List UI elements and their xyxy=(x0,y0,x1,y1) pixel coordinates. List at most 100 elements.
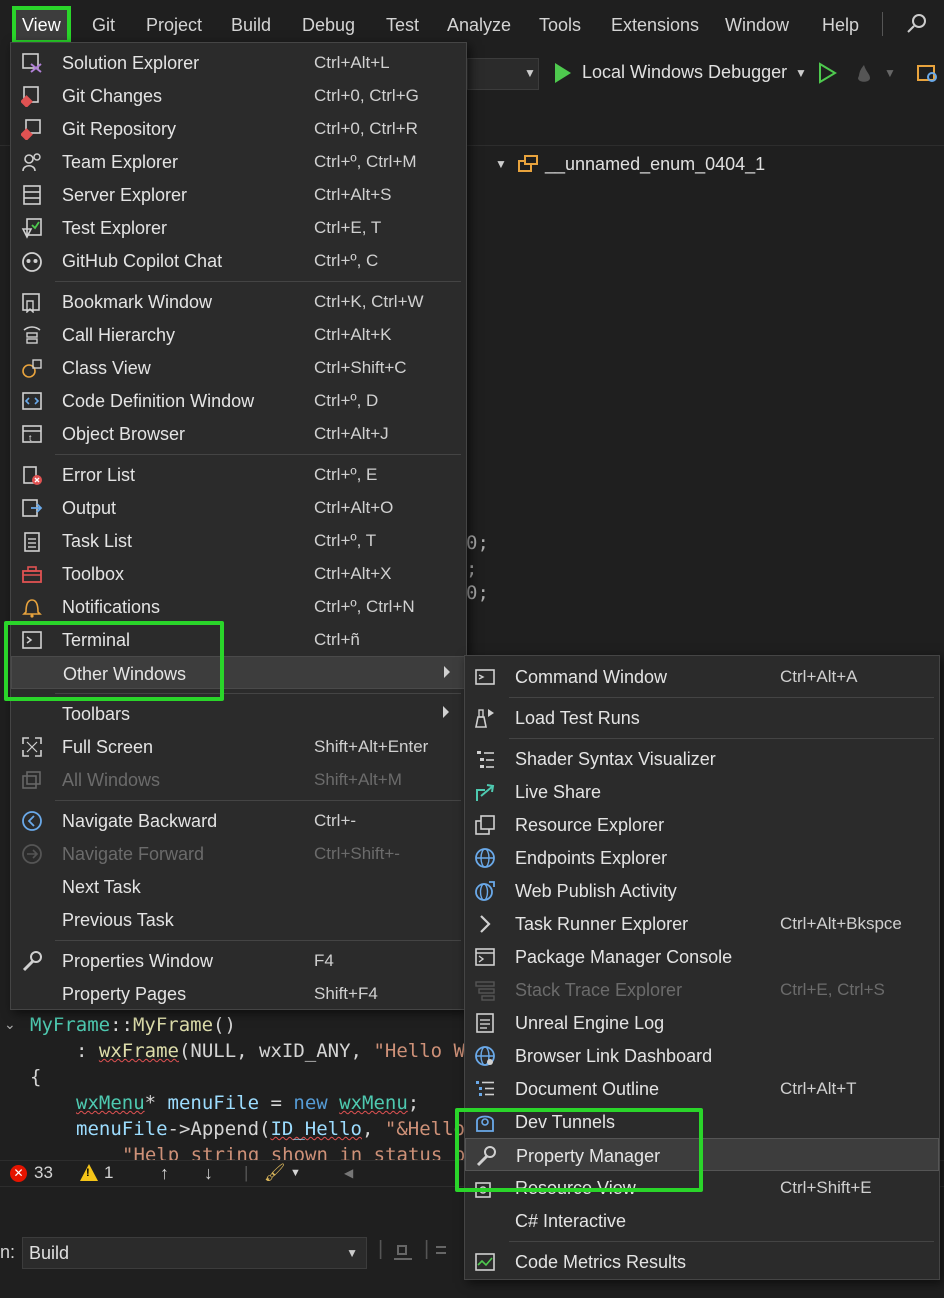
menu-project[interactable]: Project xyxy=(138,8,210,42)
code-line: menuFile->Append(ID_Hello, "&Hello xyxy=(76,1118,465,1140)
platform-combo[interactable]: ▼ xyxy=(467,58,539,90)
menu-test[interactable]: Test xyxy=(378,8,427,42)
view-menu-item-object-browser[interactable]: t Object Browser Ctrl+Alt+J xyxy=(11,417,466,450)
collapse-chevron-icon[interactable]: ⌄ xyxy=(4,1016,16,1033)
menubar-separator xyxy=(882,12,883,36)
view-menu-item-call-hierarchy[interactable]: Call Hierarchy Ctrl+Alt+K xyxy=(11,318,466,351)
view-menu-item-code-definition-window[interactable]: Code Definition Window Ctrl+º, D xyxy=(11,384,466,417)
other-windows-item-web-publish-activity[interactable]: Web Publish Activity xyxy=(465,874,939,907)
view-menu-item-output[interactable]: Output Ctrl+Alt+O xyxy=(11,491,466,524)
chevron-down-icon: ▼ xyxy=(346,1246,358,1260)
view-menu-item-team-explorer[interactable]: Team Explorer Ctrl+º, Ctrl+M xyxy=(11,145,466,178)
menu-item-label: Web Publish Activity xyxy=(515,881,677,901)
other-windows-item-shader-syntax-visualizer[interactable]: Shader Syntax Visualizer xyxy=(465,742,939,775)
other-windows-item-endpoints-explorer[interactable]: Endpoints Explorer xyxy=(465,841,939,874)
view-menu-item-test-explorer[interactable]: Test Explorer Ctrl+E, T xyxy=(11,211,466,244)
view-menu-item-other-windows[interactable]: Other Windows xyxy=(11,656,466,689)
current-symbol[interactable]: __unnamed_enum_0404_1 xyxy=(545,154,765,175)
cleanup-brush-icon[interactable]: 🖌 xyxy=(264,1163,286,1183)
view-menu-item-git-repository[interactable]: Git Repository Ctrl+0, Ctrl+R xyxy=(11,112,466,145)
other-windows-item-browser-link-dashboard[interactable]: Browser Link Dashboard xyxy=(465,1039,939,1072)
other-windows-item-resource-explorer[interactable]: Resource Explorer xyxy=(465,808,939,841)
view-menu-item-full-screen[interactable]: Full Screen Shift+Alt+Enter xyxy=(11,730,466,763)
team-explorer-icon xyxy=(22,153,41,172)
view-menu-item-navigate-forward[interactable]: Navigate Forward Ctrl+Shift+- xyxy=(11,837,466,870)
menu-item-label: Dev Tunnels xyxy=(515,1112,616,1132)
menu-debug[interactable]: Debug xyxy=(294,8,363,42)
output-source-label: n: xyxy=(0,1242,16,1262)
menu-window[interactable]: Window xyxy=(717,8,797,42)
search-icon[interactable] xyxy=(906,12,930,36)
menu-tools[interactable]: Tools xyxy=(531,8,589,42)
view-menu-item-properties-window[interactable]: Properties Window F4 xyxy=(11,944,466,977)
view-menu-item-solution-explorer[interactable]: Solution Explorer Ctrl+Alt+L xyxy=(11,46,466,79)
view-menu-item-server-explorer[interactable]: Server Explorer Ctrl+Alt+S xyxy=(11,178,466,211)
view-menu-item-github-copilot-chat[interactable]: GitHub Copilot Chat Ctrl+º, C xyxy=(11,244,466,277)
hot-reload-dropdown-icon[interactable]: ▼ xyxy=(884,66,896,80)
menu-item-label: GitHub Copilot Chat xyxy=(62,251,223,271)
other-windows-item-task-runner-explorer[interactable]: Task Runner Explorer Ctrl+Alt+Bkspce xyxy=(465,907,939,940)
find-message-icon[interactable] xyxy=(390,1240,416,1264)
other-windows-item-stack-trace-explorer[interactable]: Stack Trace Explorer Ctrl+E, Ctrl+S xyxy=(465,973,939,1006)
view-menu-item-toolbars[interactable]: Toolbars xyxy=(11,697,466,730)
view-menu-item-error-list[interactable]: Error List Ctrl+º, E xyxy=(11,458,466,491)
other-windows-item-unreal-engine-log[interactable]: Unreal Engine Log xyxy=(465,1006,939,1039)
endpoints-icon xyxy=(475,848,495,868)
view-menu-item-git-changes[interactable]: Git Changes Ctrl+0, Ctrl+G xyxy=(11,79,466,112)
git-repository-icon xyxy=(21,119,41,140)
debugger-target-label[interactable]: Local Windows Debugger xyxy=(582,62,787,83)
other-windows-item-live-share[interactable]: Live Share xyxy=(465,775,939,808)
clear-all-icon[interactable] xyxy=(436,1240,446,1264)
other-windows-item-dev-tunnels[interactable]: Dev Tunnels xyxy=(465,1105,939,1138)
package-console-icon xyxy=(475,948,495,966)
view-menu-item-next-task[interactable]: Next Task xyxy=(11,870,466,903)
menu-item-shortcut: Ctrl+Shift+C xyxy=(314,358,407,377)
menu-item-shortcut: Shift+Alt+M xyxy=(314,770,402,789)
debugger-dropdown-icon[interactable]: ▼ xyxy=(795,66,807,80)
view-menu-item-bookmark-window[interactable]: Bookmark Window Ctrl+K, Ctrl+W xyxy=(11,285,466,318)
menu-item-label: Resource View xyxy=(515,1178,636,1198)
find-in-files-icon[interactable] xyxy=(916,62,940,86)
menu-extensions[interactable]: Extensions xyxy=(603,8,707,42)
other-windows-item-property-manager[interactable]: Property Manager xyxy=(465,1138,939,1171)
menu-analyze[interactable]: Analyze xyxy=(439,8,519,42)
previous-issue-icon[interactable]: ↑ xyxy=(160,1163,169,1184)
view-menu-item-notifications[interactable]: Notifications Ctrl+º, Ctrl+N xyxy=(11,590,466,623)
other-windows-item-package-manager-console[interactable]: Package Manager Console xyxy=(465,940,939,973)
view-menu-item-navigate-backward[interactable]: Navigate Backward Ctrl+- xyxy=(11,804,466,837)
output-source-combo[interactable]: Build ▼ xyxy=(22,1237,367,1269)
start-debugging-icon[interactable] xyxy=(555,63,571,83)
menu-view[interactable]: View xyxy=(12,6,71,44)
view-menu-item-terminal[interactable]: Terminal Ctrl+ñ xyxy=(11,623,466,656)
other-windows-item-document-outline[interactable]: Document Outline Ctrl+Alt+T xyxy=(465,1072,939,1105)
view-menu-item-toolbox[interactable]: Toolbox Ctrl+Alt+X xyxy=(11,557,466,590)
start-without-debugging-icon[interactable] xyxy=(816,62,838,84)
view-menu-item-previous-task[interactable]: Previous Task xyxy=(11,903,466,936)
hot-reload-icon[interactable] xyxy=(852,62,876,86)
menu-git[interactable]: Git xyxy=(84,8,123,42)
other-windows-item-resource-view[interactable]: Resource View Ctrl+Shift+E xyxy=(465,1171,939,1204)
warning-count[interactable]: 1 xyxy=(104,1163,113,1183)
menu-build[interactable]: Build xyxy=(223,8,279,42)
scroll-left-icon[interactable]: ◀ xyxy=(344,1166,353,1180)
other-windows-item-load-test-runs[interactable]: Load Test Runs xyxy=(465,701,939,734)
output-source-value: Build xyxy=(29,1243,70,1263)
cleanup-dropdown-icon[interactable]: ▼ xyxy=(290,1167,301,1179)
code-line: wxMenu* menuFile = new wxMenu; xyxy=(76,1092,420,1114)
view-menu-dropdown: Solution Explorer Ctrl+Alt+L Git Changes Ct… xyxy=(10,42,467,1010)
view-menu-item-all-windows[interactable]: All Windows Shift+Alt+M xyxy=(11,763,466,796)
view-menu-item-class-view[interactable]: Class View Ctrl+Shift+C xyxy=(11,351,466,384)
other-windows-item-c-interactive[interactable]: C# Interactive xyxy=(465,1204,939,1237)
view-menu-item-task-list[interactable]: Task List Ctrl+º, T xyxy=(11,524,466,557)
next-issue-icon[interactable]: ↓ xyxy=(204,1163,213,1184)
other-windows-item-command-window[interactable]: Command Window Ctrl+Alt+A xyxy=(465,660,939,693)
view-menu-item-property-pages[interactable]: Property Pages Shift+F4 xyxy=(11,977,466,1010)
menu-help[interactable]: Help xyxy=(814,8,867,42)
other-windows-item-code-metrics-results[interactable]: Code Metrics Results xyxy=(465,1245,939,1278)
member-dropdown-icon[interactable]: ▼ xyxy=(495,157,507,171)
menu-item-label: Bookmark Window xyxy=(62,292,213,312)
menu-item-shortcut: Ctrl+Alt+O xyxy=(314,498,394,517)
error-count[interactable]: 33 xyxy=(34,1163,53,1183)
menu-item-label: Test Explorer xyxy=(62,218,168,238)
menu-item-label: Error List xyxy=(62,465,136,485)
